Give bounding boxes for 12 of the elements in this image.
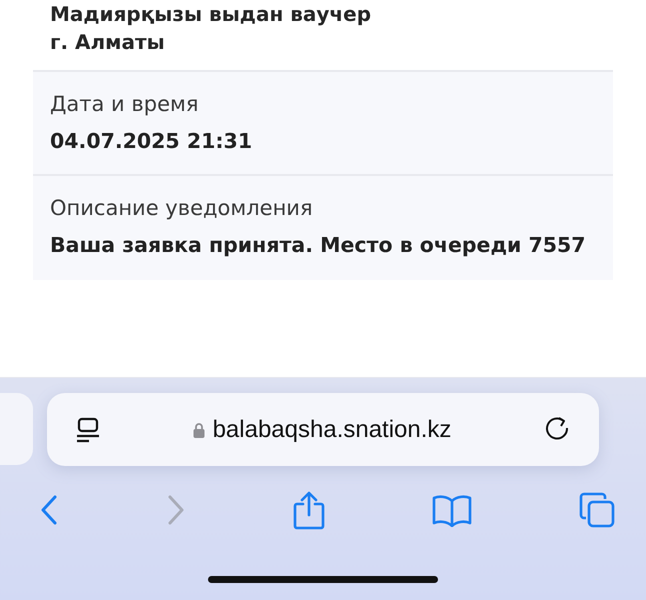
book-icon[interactable] <box>431 493 473 527</box>
field-value: Ваша заявка принята. Место в очереди 7557 <box>50 232 587 258</box>
header-text: г. Алматы <box>50 29 166 56</box>
header-text: Мадиярқызы выдан ваучер <box>50 1 372 28</box>
field-label: Описание уведомления <box>50 195 314 222</box>
url-text: balabaqsha.snation.kz <box>212 416 452 444</box>
tabs-icon[interactable] <box>578 491 616 529</box>
field-label: Дата и время <box>50 91 200 118</box>
address-bar[interactable]: balabaqsha.snation.kz <box>47 393 599 466</box>
reader-icon[interactable] <box>75 416 101 442</box>
share-icon[interactable] <box>292 490 326 530</box>
field-value: 04.07.2025 21:31 <box>50 128 254 154</box>
